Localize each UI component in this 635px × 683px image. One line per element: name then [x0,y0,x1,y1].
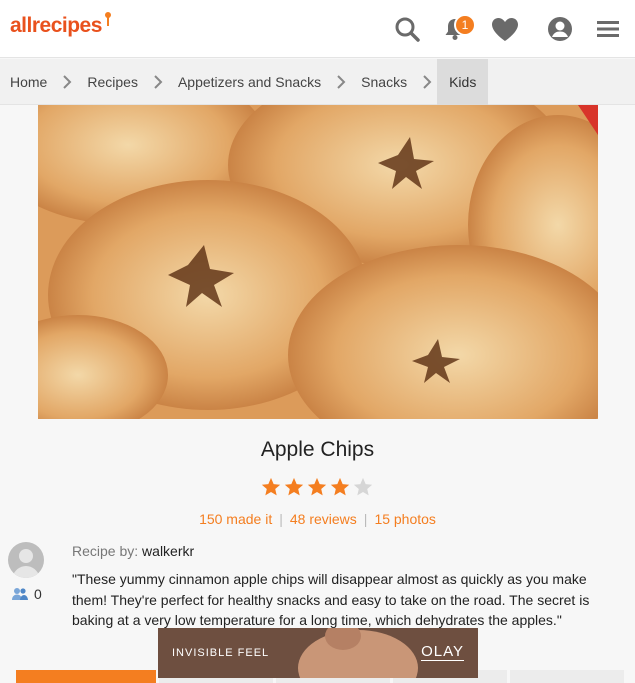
recipe-stats: 150 made it | 48 reviews | 15 photos [0,511,635,527]
chevron-right-icon [148,59,168,105]
apple-chips-image [38,105,598,419]
user-silhouette-icon [12,549,40,578]
breadcrumb-appetizers[interactable]: Appetizers and Snacks [168,59,331,105]
search-button[interactable] [390,12,424,46]
user-icon [548,17,572,41]
star-filled-icon [307,477,327,496]
followers-count[interactable]: 0 [12,586,42,602]
divider: | [363,511,368,527]
spoon-icon [104,12,111,26]
reviews-link[interactable]: 48 reviews [290,511,357,527]
chevron-right-icon [331,59,351,105]
heart-icon [492,18,518,41]
tab-1[interactable] [16,670,156,683]
followers-icon [12,588,28,600]
star-empty-icon [353,477,373,496]
menu-icon [597,21,619,37]
top-bar: allrecipes 1 [0,0,635,58]
ad-banner[interactable]: INVISIBLE FEEL OLAY [158,628,478,678]
allrecipes-logo[interactable]: allrecipes [10,12,111,38]
made-it-link[interactable]: 150 made it [199,511,272,527]
star-filled-icon [330,477,350,496]
recipe-by-label: Recipe by: [72,543,139,559]
breadcrumb: Home Recipes Appetizers and Snacks Snack… [0,58,635,105]
ad-text: INVISIBLE FEEL [172,647,270,659]
profile-button[interactable] [543,12,577,46]
followers-value: 0 [34,586,42,602]
breadcrumb-kids[interactable]: Kids [437,58,489,105]
ad-brand: OLAY [421,643,464,661]
recipe-byline: Recipe by: walkerkr [72,543,194,559]
photos-link[interactable]: 15 photos [374,511,436,527]
notification-badge: 1 [454,14,476,36]
divider: | [279,511,283,527]
author-name[interactable]: walkerkr [142,543,194,559]
chevron-right-icon [57,59,77,105]
star-filled-icon [261,477,281,496]
tab-5[interactable] [510,670,624,683]
recipe-title: Apple Chips [260,438,375,461]
favorites-button[interactable] [488,12,522,46]
search-icon [395,17,420,42]
recipe-photo[interactable] [38,105,598,419]
breadcrumb-recipes[interactable]: Recipes [77,59,148,105]
chevron-right-icon [417,59,437,105]
star-filled-icon [284,477,304,496]
rating-stars[interactable] [260,476,375,500]
logo-text: allrecipes [10,14,102,37]
recipe-description: "These yummy cinnamon apple chips will d… [72,571,590,628]
author-avatar[interactable] [8,542,44,578]
menu-button[interactable] [591,12,625,46]
breadcrumb-home[interactable]: Home [0,59,57,105]
breadcrumb-snacks[interactable]: Snacks [351,59,417,105]
